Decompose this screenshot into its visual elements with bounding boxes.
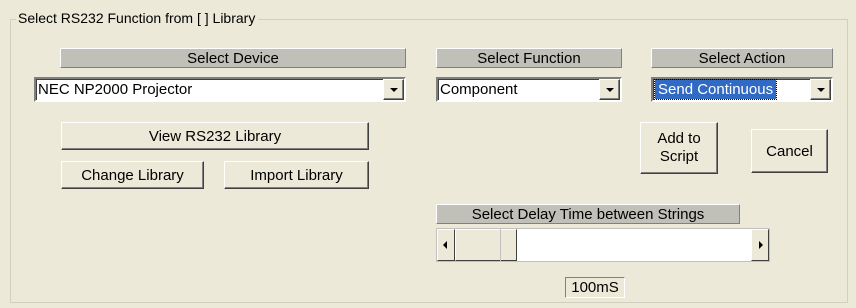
device-combobox-value: NEC NP2000 Projector (38, 81, 193, 98)
scroll-right-button[interactable] (751, 229, 769, 261)
delay-time-scrollbar[interactable] (436, 228, 770, 262)
scroll-left-button[interactable] (437, 229, 455, 261)
action-dropdown-button[interactable] (810, 79, 831, 100)
function-combobox[interactable]: Component (436, 77, 622, 102)
cancel-button[interactable]: Cancel (751, 129, 828, 173)
view-rs232-library-button[interactable]: View RS232 Library (61, 122, 369, 150)
device-combobox[interactable]: NEC NP2000 Projector (34, 77, 406, 102)
scroll-track-divider (500, 229, 501, 261)
groupbox-title: Select RS232 Function from [ ] Library (16, 9, 259, 27)
change-library-button[interactable]: Change Library (61, 161, 204, 189)
device-dropdown-button[interactable] (383, 79, 404, 100)
chevron-right-icon (759, 241, 763, 249)
select-device-header: Select Device (60, 48, 406, 68)
chevron-down-icon (390, 88, 398, 92)
scroll-thumb[interactable] (455, 229, 517, 261)
chevron-down-icon (606, 88, 614, 92)
select-action-header: Select Action (651, 48, 833, 68)
add-to-script-label-line1: Add to (657, 130, 701, 147)
action-combobox[interactable]: Send Continuous (651, 77, 833, 102)
select-function-header: Select Function (436, 48, 622, 68)
delay-value-display: 100mS (565, 277, 625, 298)
function-combobox-value: Component (440, 81, 518, 98)
import-library-button[interactable]: Import Library (224, 161, 369, 189)
add-to-script-button[interactable]: Add to Script (640, 122, 718, 174)
function-dropdown-button[interactable] (599, 79, 620, 100)
chevron-down-icon (817, 88, 825, 92)
delay-time-header: Select Delay Time between Strings (436, 204, 740, 224)
chevron-left-icon (443, 241, 447, 249)
add-to-script-label-line2: Script (659, 148, 699, 165)
action-combobox-value: Send Continuous (653, 79, 778, 100)
